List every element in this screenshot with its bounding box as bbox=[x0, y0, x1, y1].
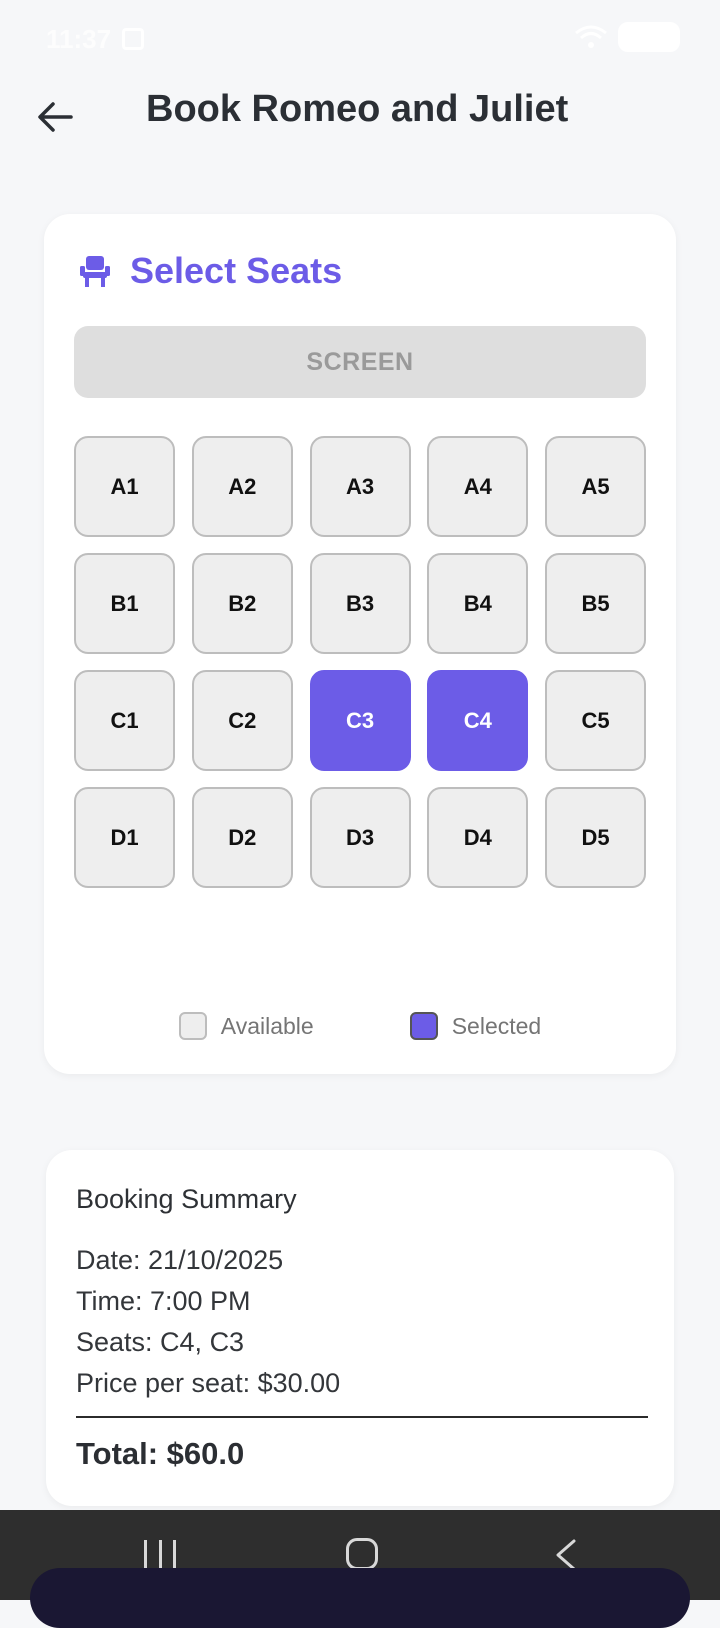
summary-total: Total: $60.0 bbox=[76, 1436, 245, 1471]
seat-d5[interactable]: D5 bbox=[545, 787, 646, 888]
seat-b3[interactable]: B3 bbox=[309, 553, 411, 654]
seat-b1[interactable]: B1 bbox=[74, 553, 175, 654]
legend-available: Available bbox=[178, 1012, 314, 1040]
back-button[interactable] bbox=[30, 92, 80, 142]
battery-icon bbox=[618, 22, 680, 52]
section-title: Select Seats bbox=[130, 250, 343, 291]
seat-d4[interactable]: D4 bbox=[427, 787, 529, 888]
arrow-left-icon bbox=[38, 102, 73, 132]
home-icon[interactable] bbox=[346, 1538, 378, 1570]
seat-a3[interactable]: A3 bbox=[309, 436, 411, 537]
seat-c2[interactable]: C2 bbox=[191, 670, 293, 771]
app-bar: Book Romeo and Juliet bbox=[0, 80, 720, 170]
status-bar: 11:37 bbox=[0, 0, 720, 80]
summary-price: Price per seat: $30.00 bbox=[76, 1368, 341, 1398]
booking-summary-card: Booking Summary Date: 21/10/2025 Time: 7… bbox=[46, 1150, 674, 1506]
seat-selection-card: Select Seats SCREEN A1 A2 A3 A4 A5 B1 B2 B3 B4 B5… bbox=[44, 214, 676, 1074]
seat-a1[interactable]: A1 bbox=[74, 436, 175, 537]
status-time: 11:37 bbox=[46, 24, 112, 54]
selected-swatch bbox=[409, 1012, 438, 1040]
summary-divider bbox=[76, 1416, 648, 1418]
screen-record-icon bbox=[122, 28, 144, 50]
seat-legend: Available Selected bbox=[44, 1012, 676, 1040]
seat-a2[interactable]: A2 bbox=[191, 436, 293, 537]
recent-apps-icon[interactable] bbox=[144, 1540, 176, 1570]
seat-d2[interactable]: D2 bbox=[191, 787, 293, 888]
seat-d1[interactable]: D1 bbox=[74, 787, 175, 888]
seat-b5[interactable]: B5 bbox=[545, 553, 646, 654]
page-title: Book Romeo and Juliet bbox=[146, 88, 569, 130]
summary-date: Date: 21/10/2025 bbox=[76, 1245, 284, 1275]
status-icons bbox=[574, 22, 680, 52]
seat-a5[interactable]: A5 bbox=[545, 436, 646, 537]
seat-section-header: Select Seats bbox=[78, 250, 342, 292]
seat-c1[interactable]: C1 bbox=[74, 670, 175, 771]
legend-selected: Selected bbox=[409, 1012, 542, 1040]
seat-c4[interactable]: C4 bbox=[427, 670, 529, 771]
seat-b4[interactable]: B4 bbox=[427, 553, 529, 654]
seat-d3[interactable]: D3 bbox=[309, 787, 411, 888]
seat-icon bbox=[80, 256, 110, 287]
wifi-icon bbox=[575, 25, 607, 48]
bottom-sheet-pill bbox=[30, 1568, 690, 1628]
available-swatch bbox=[178, 1012, 207, 1040]
screen-indicator: SCREEN bbox=[74, 326, 646, 398]
seat-a4[interactable]: A4 bbox=[427, 436, 529, 537]
seat-grid: A1 A2 A3 A4 A5 B1 B2 B3 B4 B5 C1 C2 C3 C4 C5 D1 D2 D3 D4 D5 bbox=[74, 436, 646, 888]
back-chevron-icon[interactable] bbox=[554, 1538, 578, 1572]
summary-title: Booking Summary bbox=[76, 1184, 297, 1214]
summary-time: Time: 7:00 PM bbox=[76, 1286, 251, 1316]
summary-seats: Seats: C4, C3 bbox=[76, 1327, 245, 1357]
legend-selected-label: Selected bbox=[451, 1012, 542, 1039]
seat-b2[interactable]: B2 bbox=[191, 553, 293, 654]
legend-available-label: Available bbox=[220, 1012, 314, 1039]
seat-c3[interactable]: C3 bbox=[309, 670, 411, 771]
summary-details: Date: 21/10/2025 Time: 7:00 PM Seats: C4… bbox=[76, 1240, 340, 1404]
seat-c5[interactable]: C5 bbox=[545, 670, 646, 771]
